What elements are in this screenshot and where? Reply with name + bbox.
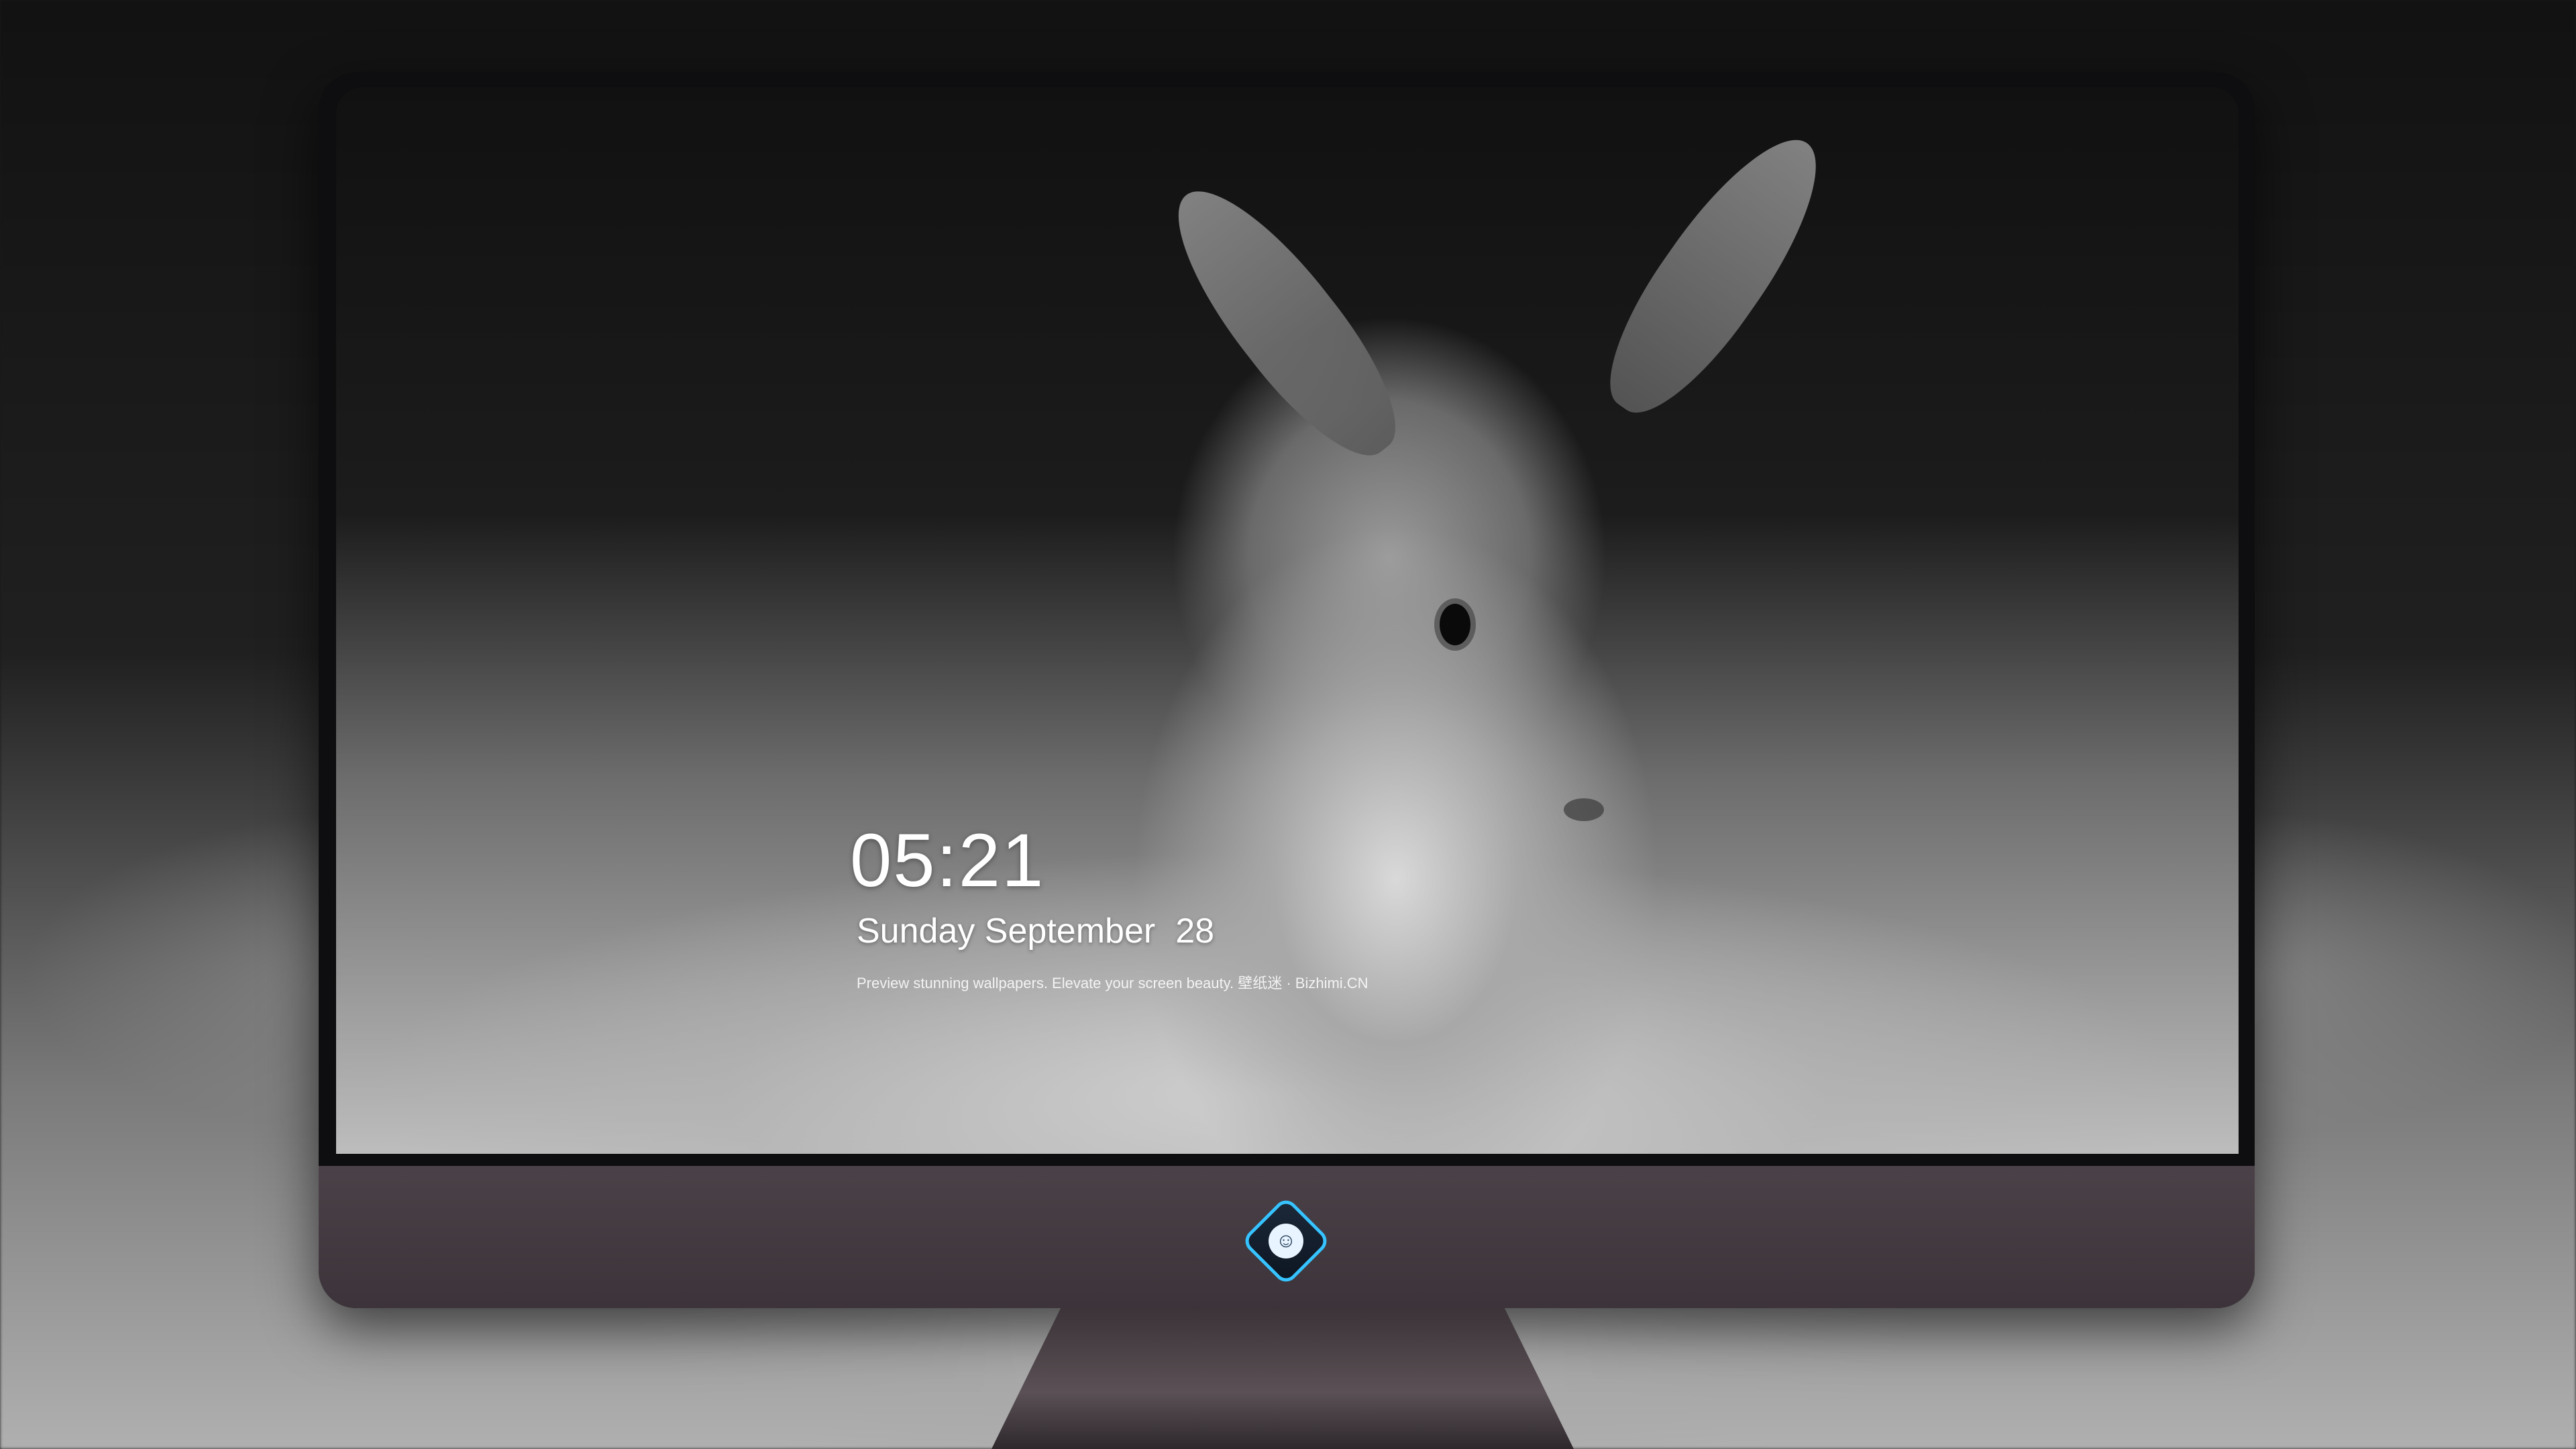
- wallpaper-caption: Preview stunning wallpapers. Elevate you…: [857, 975, 1368, 991]
- monitor-chin: ☺: [319, 1166, 2255, 1308]
- rabbit-ear-left: [1146, 164, 1424, 480]
- rabbit-nose: [1564, 798, 1604, 821]
- monitor: 05:21 Sunday September 28 Preview stunnin…: [319, 72, 2255, 1308]
- rabbit-eye: [1440, 604, 1470, 645]
- bizhimi-logo-icon: ☺: [1240, 1195, 1332, 1287]
- rabbit-ear-right: [1580, 114, 1849, 436]
- lockscreen-time: 05:21: [850, 818, 1045, 902]
- lockscreen-weekday-month: Sunday September: [857, 912, 1156, 951]
- logo-mascot-icon: ☺: [1269, 1224, 1303, 1258]
- lockscreen-day-number: 28: [1175, 912, 1215, 951]
- monitor-stand: [991, 1307, 1574, 1449]
- screen: 05:21 Sunday September 28 Preview stunnin…: [336, 87, 2239, 1154]
- lockscreen-date: Sunday September 28: [857, 911, 1214, 951]
